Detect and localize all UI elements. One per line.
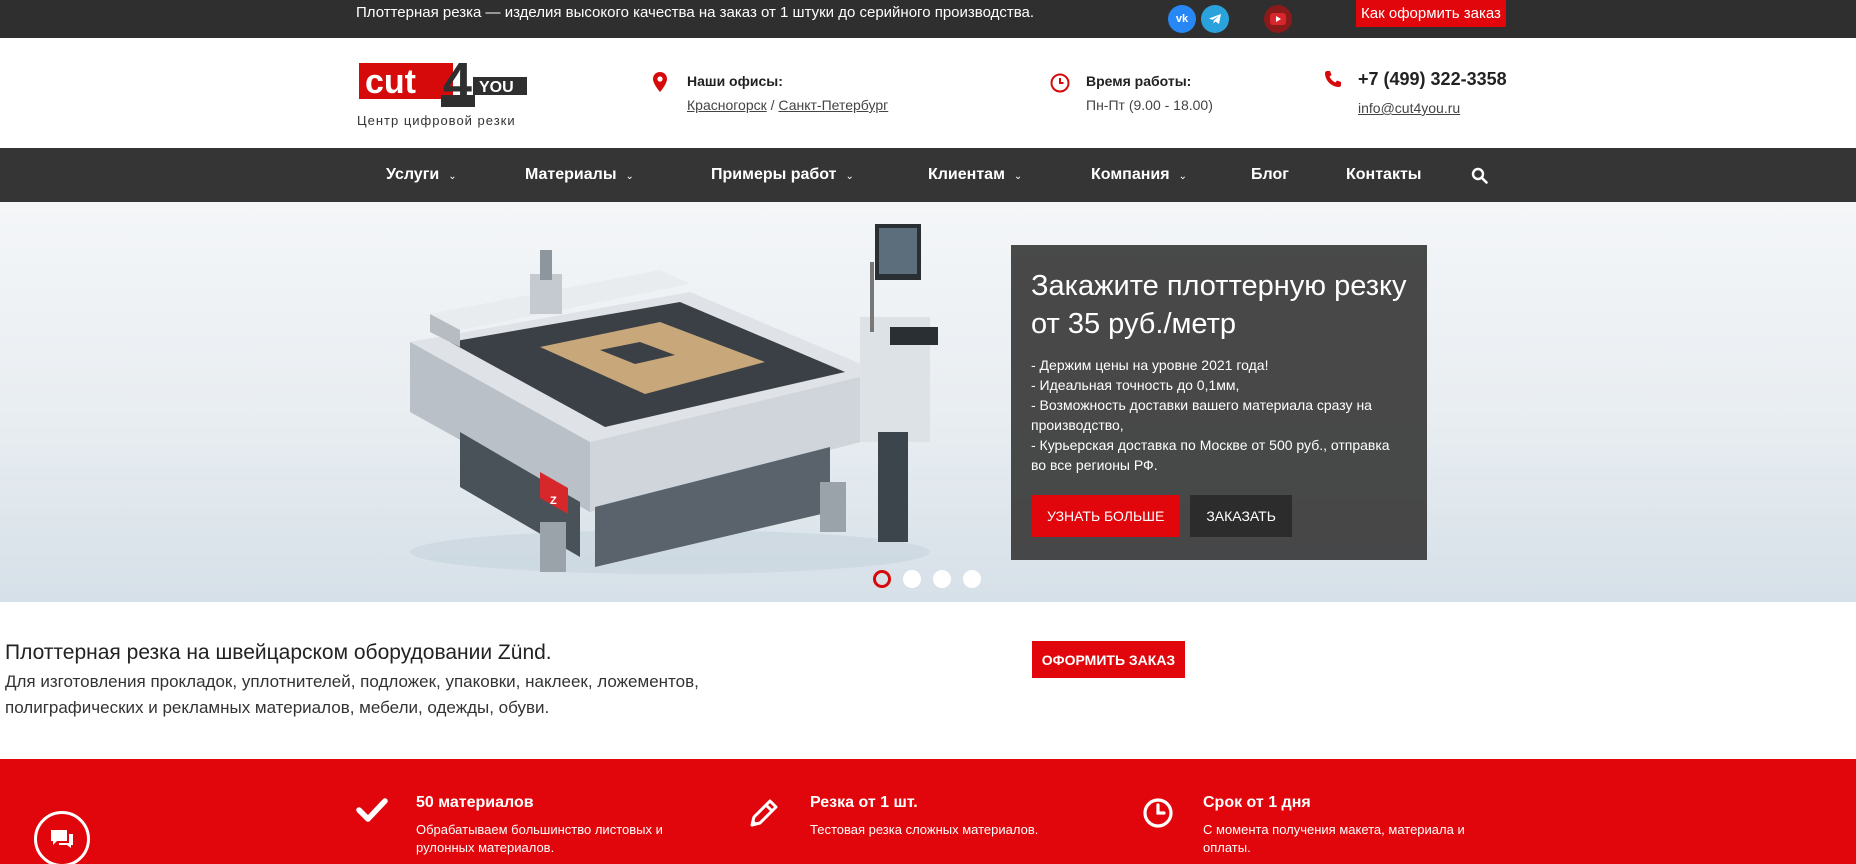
nav-item-contacts[interactable]: Контакты (1346, 148, 1421, 202)
feature-title: 50 материалов (416, 794, 534, 811)
header: cut 4 YOU Центр цифровой резки Наши офис… (0, 38, 1856, 148)
cutting-plotter-image: Z (410, 224, 938, 574)
promo-title: Закажите плоттерную резку от 35 руб./мет… (1031, 270, 1407, 340)
intro-title: Плоттерная резка на швейцарском оборудов… (5, 641, 552, 664)
feature-text: Тестовая резка сложных материалов. (810, 822, 1039, 837)
chat-widget-button[interactable] (34, 811, 90, 864)
chevron-down-icon: ⌄ (845, 170, 854, 182)
phone-icon (1324, 70, 1342, 93)
checkmark-icon (356, 797, 388, 828)
youtube-icon[interactable] (1264, 5, 1292, 33)
nav-item-label: Клиентам (928, 166, 1005, 183)
offices-title: Наши офисы: (687, 73, 783, 89)
clock-icon (1142, 797, 1174, 834)
location-pin-icon (653, 72, 667, 97)
hours-title: Время работы: (1086, 73, 1192, 89)
how-to-order-button[interactable]: Как оформить заказ (1356, 0, 1506, 27)
office-krasnogorsk-link[interactable]: Красногорск (687, 97, 767, 113)
chevron-down-icon: ⌄ (625, 170, 634, 182)
tagline: Плоттерная резка — изделия высокого каче… (356, 4, 1035, 21)
promo-bullet: - Держим цены на уровне 2021 года! (1031, 357, 1269, 373)
nav-item-label: Контакты (1346, 166, 1422, 183)
promo-bullet: - Курьерская доставка по Москве от 500 р… (1031, 437, 1390, 473)
pencil-icon (748, 797, 780, 834)
promo-bullet: - Возможность доставки вашего материала … (1031, 397, 1372, 433)
feature-title: Резка от 1 шт. (810, 794, 918, 811)
order-button[interactable]: ЗАКАЗАТЬ (1190, 495, 1292, 537)
promo-bullets: - Держим цены на уровне 2021 года! - Иде… (1031, 355, 1407, 475)
phone-number[interactable]: +7 (499) 322-3358 (1358, 69, 1507, 90)
features-strip: 50 материалов Обрабатываем большинство л… (0, 759, 1856, 864)
slider-dot-2[interactable] (903, 570, 921, 588)
promo-bullet: - Идеальная точность до 0,1мм, (1031, 377, 1240, 393)
svg-text:4: 4 (443, 55, 472, 111)
nav-item-services[interactable]: Услуги ⌄ (386, 148, 457, 202)
slider-dot-1[interactable] (873, 570, 891, 588)
nav-item-label: Примеры работ (711, 166, 837, 183)
chat-icon (51, 830, 73, 848)
feature-text: Обрабатываем большинство листовых и руло… (416, 822, 663, 855)
feature-text: С момента получения макета, материала и … (1203, 822, 1465, 855)
logo-subtitle: Центр цифровой резки (357, 113, 516, 128)
svg-text:YOU: YOU (479, 79, 514, 96)
chevron-down-icon: ⌄ (1178, 170, 1187, 182)
email-link[interactable]: info@cut4you.ru (1358, 100, 1460, 116)
offices-links: Красногорск / Санкт-Петербург (687, 97, 888, 113)
feature-title: Срок от 1 дня (1203, 794, 1311, 811)
intro-text: Для изготовления прокладок, уплотнителей… (5, 672, 699, 717)
svg-text:cut: cut (365, 63, 416, 101)
nav-item-blog[interactable]: Блог (1251, 148, 1289, 202)
top-bar: Плоттерная резка — изделия высокого каче… (0, 0, 1856, 38)
nav-item-materials[interactable]: Материалы ⌄ (525, 148, 634, 202)
nav-item-company[interactable]: Компания ⌄ (1091, 148, 1187, 202)
main-nav: Услуги ⌄ Материалы ⌄ Примеры работ ⌄ Клиент… (0, 148, 1856, 202)
logo[interactable]: cut 4 YOU (357, 53, 529, 113)
office-spb-link[interactable]: Санкт-Петербург (778, 97, 888, 113)
nav-item-portfolio[interactable]: Примеры работ ⌄ (711, 148, 854, 202)
telegram-icon[interactable] (1201, 5, 1229, 33)
nav-item-label: Компания (1091, 166, 1170, 183)
svg-text:Z: Z (550, 495, 557, 507)
slider-dot-4[interactable] (963, 570, 981, 588)
slider-dot-3[interactable] (933, 570, 951, 588)
hero-slider: Z Закажите плоттерную резку от 35 руб./м… (0, 202, 1856, 602)
slider-dots (873, 570, 981, 588)
intro-section: Плоттерная резка на швейцарском оборудов… (5, 641, 785, 721)
chevron-down-icon: ⌄ (1013, 170, 1023, 182)
vk-icon[interactable]: vk (1168, 5, 1196, 33)
hours-text: Пн-Пт (9.00 - 18.00) (1086, 97, 1213, 113)
nav-item-clients[interactable]: Клиентам ⌄ (928, 148, 1022, 202)
clock-icon (1050, 73, 1070, 98)
chevron-down-icon: ⌄ (448, 170, 457, 182)
learn-more-button[interactable]: УЗНАТЬ БОЛЬШЕ (1031, 495, 1181, 537)
promo-card: Закажите плоттерную резку от 35 руб./мет… (1011, 245, 1427, 560)
nav-item-label: Материалы (525, 166, 617, 183)
place-order-button[interactable]: ОФОРМИТЬ ЗАКАЗ (1032, 641, 1185, 678)
nav-item-label: Блог (1251, 166, 1289, 183)
office-separator: / (766, 97, 779, 113)
search-icon[interactable] (1471, 148, 1488, 202)
nav-item-label: Услуги (386, 166, 440, 183)
